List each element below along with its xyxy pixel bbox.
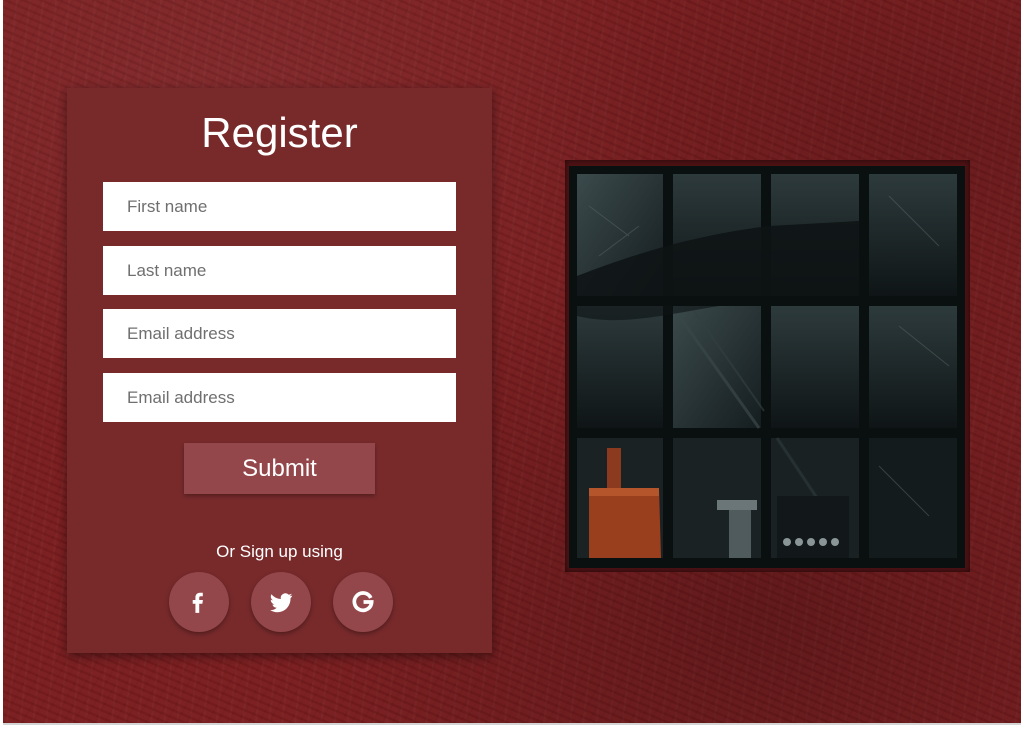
last-name-field[interactable] — [103, 246, 456, 295]
facebook-button[interactable] — [169, 572, 229, 632]
background-wall: Register Submit Or Sign up using — [3, 0, 1021, 723]
facebook-icon — [192, 592, 203, 613]
page-title: Register — [201, 109, 358, 156]
register-card: Register Submit Or Sign up using — [67, 88, 492, 653]
social-signup-label: Or Sign up using — [216, 542, 343, 561]
google-icon — [352, 591, 374, 613]
twitter-button[interactable] — [251, 572, 311, 632]
confirm-email-field[interactable] — [103, 373, 456, 422]
google-button[interactable] — [333, 572, 393, 632]
twitter-icon — [270, 593, 293, 613]
bottom-border — [3, 723, 1021, 725]
submit-button[interactable]: Submit — [184, 443, 375, 494]
email-field[interactable] — [103, 309, 456, 358]
window-image — [569, 166, 965, 568]
first-name-field[interactable] — [103, 182, 456, 231]
